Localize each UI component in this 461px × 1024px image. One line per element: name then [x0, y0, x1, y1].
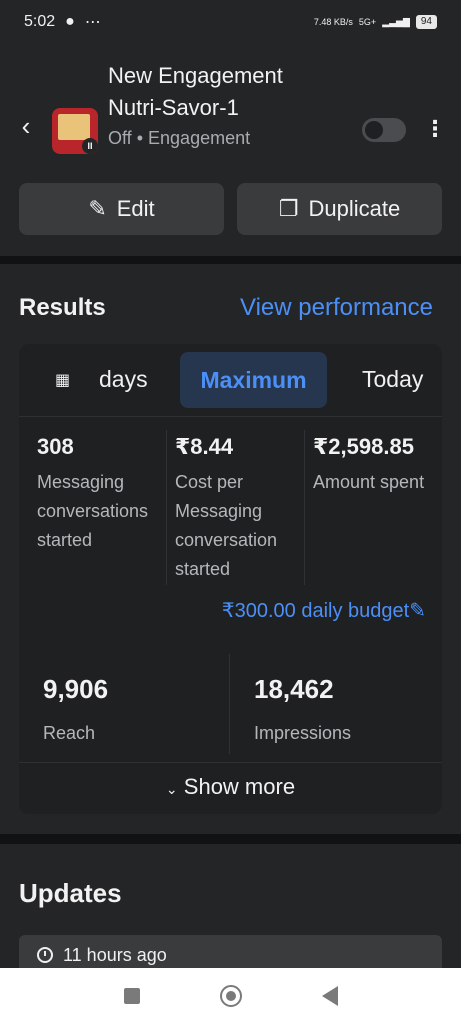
impressions-metric: 18,462 Impressions — [254, 674, 351, 744]
metric-divider — [166, 430, 167, 585]
signal-icon: ▂▃▅▇ — [382, 16, 410, 27]
reach-metric: 9,906 Reach — [43, 674, 108, 744]
campaign-subtitle: Off • Engagement — [108, 128, 250, 149]
calendar-icon[interactable]: ▦ — [55, 370, 71, 389]
status-time: 5:02 — [24, 13, 56, 30]
show-more-button[interactable]: ⌄ Show more — [19, 774, 442, 800]
chat-notification-icon: ● — [65, 13, 75, 30]
tab-maximum[interactable]: Maximum — [180, 352, 327, 408]
recent-apps-icon[interactable] — [123, 988, 140, 1004]
edit-label: Edit — [116, 196, 155, 221]
metric-value: ₹8.44 — [175, 434, 234, 459]
metric-divider — [229, 654, 230, 754]
metric-value: ₹2,598.85 — [313, 434, 414, 459]
updates-title: Updates — [19, 878, 122, 908]
update-time: 11 hours ago — [63, 944, 167, 965]
copy-icon: ❐ — [278, 196, 299, 221]
date-range-tabs: ▦ days Maximum Today — [19, 344, 442, 417]
network-speed: 7.48 KB/s — [313, 17, 353, 27]
campaign-thumbnail: II — [52, 108, 98, 154]
campaign-header: ‹ II New Engagement Nutri-Savor-1 Off • … — [0, 44, 461, 256]
impressions-value: 18,462 — [254, 674, 334, 704]
results-section: Results View performance ▦ days Maximum … — [0, 264, 461, 834]
more-vert-icon[interactable]: ⋮ — [424, 114, 446, 144]
edit-button[interactable]: ✎ Edit — [19, 183, 224, 235]
daily-budget-text: ₹300.00 daily budget — [221, 600, 410, 622]
impressions-label: Impressions — [254, 723, 352, 743]
home-icon[interactable] — [219, 985, 242, 1007]
pencil-icon: ✎ — [409, 600, 426, 622]
pencil-icon: ✎ — [88, 196, 107, 221]
tab-days[interactable]: days — [99, 366, 148, 393]
daily-budget-link[interactable]: ₹300.00 daily budget✎ — [222, 598, 426, 623]
battery-indicator: 94 — [415, 15, 437, 29]
show-more-divider — [19, 762, 442, 763]
updates-section: Updates 11 hours ago — [0, 844, 461, 975]
show-more-label: Show more — [183, 774, 296, 799]
duplicate-label: Duplicate — [308, 196, 401, 221]
subtitle-separator: • — [136, 128, 144, 148]
campaign-toggle[interactable] — [362, 118, 406, 142]
metric-divider — [304, 430, 305, 585]
reach-value: 9,906 — [43, 674, 109, 704]
campaign-status: Off — [108, 128, 132, 148]
status-bar: 5:02 ● ⋯ 7.48 KB/s 5G+ ▂▃▅▇ 94 — [0, 0, 461, 44]
metric-conversations: 308 Messaging conversations started — [37, 434, 167, 555]
chevron-down-icon: ⌄ — [165, 781, 178, 797]
duplicate-button[interactable]: ❐ Duplicate — [237, 183, 442, 235]
tab-today[interactable]: Today — [362, 366, 423, 393]
back-arrow-icon[interactable]: ‹ — [14, 113, 38, 139]
metric-cost-per-conversation: ₹8.44 Cost per Messaging conversation st… — [175, 434, 305, 584]
metric-value: 308 — [37, 434, 74, 459]
network-type: 5G+ — [358, 17, 377, 27]
metric-amount-spent: ₹2,598.85 Amount spent — [313, 434, 442, 497]
section-divider — [0, 256, 461, 264]
metric-label: Amount spent — [313, 472, 425, 492]
pause-icon: II — [82, 138, 98, 154]
campaign-objective: Engagement — [148, 128, 251, 148]
back-icon[interactable] — [321, 986, 338, 1006]
view-performance-link[interactable]: View performance — [240, 294, 433, 322]
metric-label: Messaging conversations started — [37, 472, 149, 550]
more-notifications-icon: ⋯ — [84, 14, 101, 31]
metric-label: Cost per Messaging conversation started — [175, 472, 278, 579]
results-title: Results — [19, 294, 106, 321]
reach-label: Reach — [43, 723, 96, 743]
campaign-title: New Engagement Nutri-Savor-1 — [108, 63, 283, 120]
system-nav-bar — [0, 968, 461, 1024]
section-divider — [0, 834, 461, 844]
results-card: ▦ days Maximum Today 308 Messaging conve… — [19, 344, 442, 814]
clock-icon — [37, 947, 53, 963]
